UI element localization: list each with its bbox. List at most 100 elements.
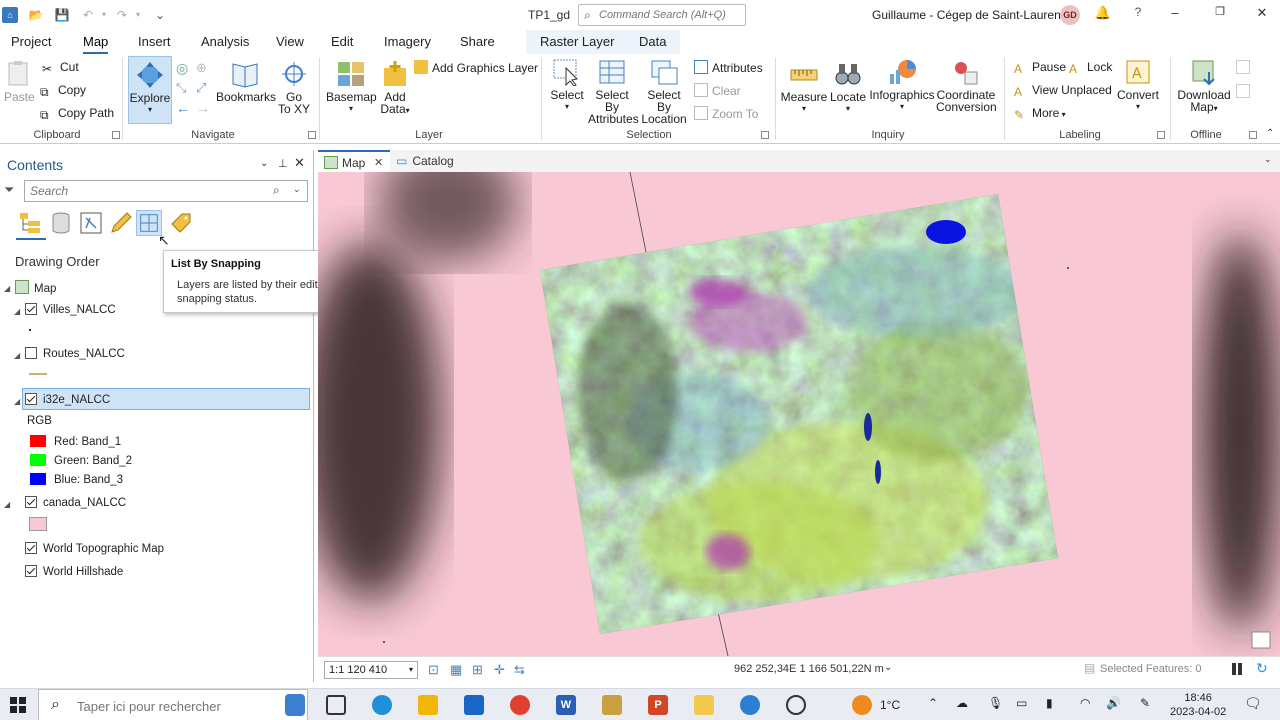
redo-icon[interactable]: ↷ [114,7,130,23]
navigate-launcher-icon[interactable] [308,131,316,139]
i32e-visibility-checkbox[interactable] [25,393,37,405]
collapse-canada-icon[interactable]: ◢ [4,500,10,509]
offline-launcher-icon[interactable] [1249,131,1257,139]
restore-button[interactable]: ❐ [1210,5,1230,18]
task-view-icon[interactable] [326,695,346,715]
layer-villes[interactable]: Villes_NALCC [25,303,116,316]
coordinate-conversion-button[interactable]: Coordinate Conversion [936,58,997,113]
topo-visibility-checkbox[interactable] [25,542,37,554]
contents-search-input[interactable] [30,183,260,199]
layer-i32e[interactable]: i32e_NALCC [25,393,110,406]
refresh-icon[interactable]: ↻ [1256,660,1268,677]
tab-raster-layer[interactable]: Raster Layer [540,34,614,49]
layer-world-topographic[interactable]: World Topographic Map [25,542,164,555]
chrome-icon[interactable] [510,695,530,715]
customize-toolbar-icon[interactable]: ⌄ [152,7,168,23]
open-icon[interactable]: 📂 [28,7,44,23]
clear-button[interactable]: Clear [694,83,741,98]
store-icon[interactable] [418,695,438,715]
avatar[interactable]: GD [1060,5,1080,25]
tab-imagery[interactable]: Imagery [384,34,431,49]
list-by-labeling-icon[interactable] [168,210,194,236]
hillshade-visibility-checkbox[interactable] [25,565,37,577]
convert-button[interactable]: A Convert ▾ [1116,58,1160,113]
map-view[interactable] [318,172,1280,656]
microphone-icon[interactable]: 🎙 [988,696,1003,710]
file-explorer-icon[interactable] [694,695,714,715]
display-icon[interactable]: ▭ [1016,696,1027,710]
selection-launcher-icon[interactable] [761,131,769,139]
map-overview-icon[interactable] [1251,631,1271,649]
mail-icon[interactable] [464,695,484,715]
close-button[interactable]: ✕ [1252,5,1272,21]
pane-options-icon[interactable]: ⌄ [260,158,268,169]
taskbar-search[interactable]: ⌕ [38,689,308,720]
select-button[interactable]: Select ▾ [548,58,586,113]
routes-visibility-checkbox[interactable] [25,347,37,359]
previous-extent-icon[interactable]: ← [176,100,190,116]
search-options-icon[interactable]: ⌄ [293,184,301,195]
tab-insert[interactable]: Insert [138,34,171,49]
refresh-map-icon[interactable]: ⇆ [514,662,525,678]
weather-temperature[interactable]: 1°C [880,698,900,712]
notifications-icon[interactable]: 🔔 [1093,5,1113,21]
villes-visibility-checkbox[interactable] [25,303,37,315]
scale-dropdown[interactable]: 1:1 120 410 ▾ [324,661,418,679]
collapse-villes-icon[interactable]: ◢ [14,307,20,316]
tab-map[interactable]: Map [83,34,109,54]
go-to-xy-button[interactable]: Go To XY [278,60,310,115]
basemap-button[interactable]: Basemap ▾ [326,60,377,115]
labeling-launcher-icon[interactable] [1157,131,1165,139]
network-cloud-icon[interactable]: ☁ [956,696,968,710]
select-by-location-button[interactable]: Select By Location [640,58,688,125]
list-by-editing-icon[interactable] [108,210,134,236]
undo-dropdown-icon[interactable]: ▾ [96,7,112,23]
tray-overflow-icon[interactable]: ⌃ [928,696,938,710]
tab-map-view[interactable]: Map ✕ [318,150,390,172]
map-canvas[interactable] [318,172,1280,656]
wifi-icon[interactable]: ◠ [1080,696,1090,710]
pen-icon[interactable]: ✎ [1140,696,1150,710]
more-button[interactable]: ✎ More ▾ [1014,106,1066,122]
save-icon[interactable]: 💾 [54,7,70,23]
list-by-data-source-icon[interactable] [48,210,74,236]
help-icon[interactable]: ? [1128,5,1148,19]
zoom-to-layer-icon[interactable]: ⊕ [196,60,207,76]
layer-world-hillshade[interactable]: World Hillshade [25,565,123,578]
tab-catalog-view[interactable]: ▭ Catalog [394,150,474,172]
zoom-to-button[interactable]: Zoom To [694,106,758,121]
volume-icon[interactable]: 🔊 [1106,696,1121,710]
sync-icon[interactable] [1236,60,1250,74]
powerpoint-icon[interactable]: P [648,695,668,715]
tab-view[interactable]: View [276,34,304,49]
taskbar-search-input[interactable] [77,698,277,714]
pin-icon[interactable]: ⊥ [278,157,288,170]
arcgis-globe-icon[interactable] [740,695,760,715]
undo-icon[interactable]: ↶ [80,7,96,23]
layer-routes[interactable]: Routes_NALCC [25,347,125,360]
close-pane-icon[interactable]: ✕ [294,155,305,171]
copy-path-button[interactable]: ⧉ Copy Path [40,106,114,122]
tab-analysis[interactable]: Analysis [201,34,249,49]
recorder-icon[interactable] [786,695,806,715]
coordinate-format-icon[interactable]: ⌄ [884,662,892,673]
arcgis-pro-icon[interactable] [602,695,622,715]
paste-button[interactable]: Paste [4,60,35,103]
fixed-zoom-out-icon[interactable]: ⤢ [196,80,206,96]
attributes-button[interactable]: Attributes [694,60,763,75]
close-map-tab-icon[interactable]: ✕ [374,152,383,174]
clipboard-launcher-icon[interactable] [112,131,120,139]
grid-icon[interactable]: ▦ [450,662,462,678]
windows-start-icon[interactable] [10,697,26,713]
infographics-button[interactable]: Infographics ▾ [868,58,936,113]
fixed-zoom-in-icon[interactable]: ⤡ [176,80,186,96]
tab-share[interactable]: Share [460,34,495,49]
explore-button[interactable]: Explore ▾ [128,56,172,124]
collapse-routes-icon[interactable]: ◢ [14,351,20,360]
tab-data[interactable]: Data [639,34,666,49]
collapse-map-icon[interactable]: ◢ [4,284,10,293]
list-by-drawing-order-icon[interactable] [18,210,44,236]
full-extent-icon[interactable]: ◎ [176,60,188,77]
canada-visibility-checkbox[interactable] [25,496,37,508]
locate-button[interactable]: Locate ▾ [830,60,866,115]
